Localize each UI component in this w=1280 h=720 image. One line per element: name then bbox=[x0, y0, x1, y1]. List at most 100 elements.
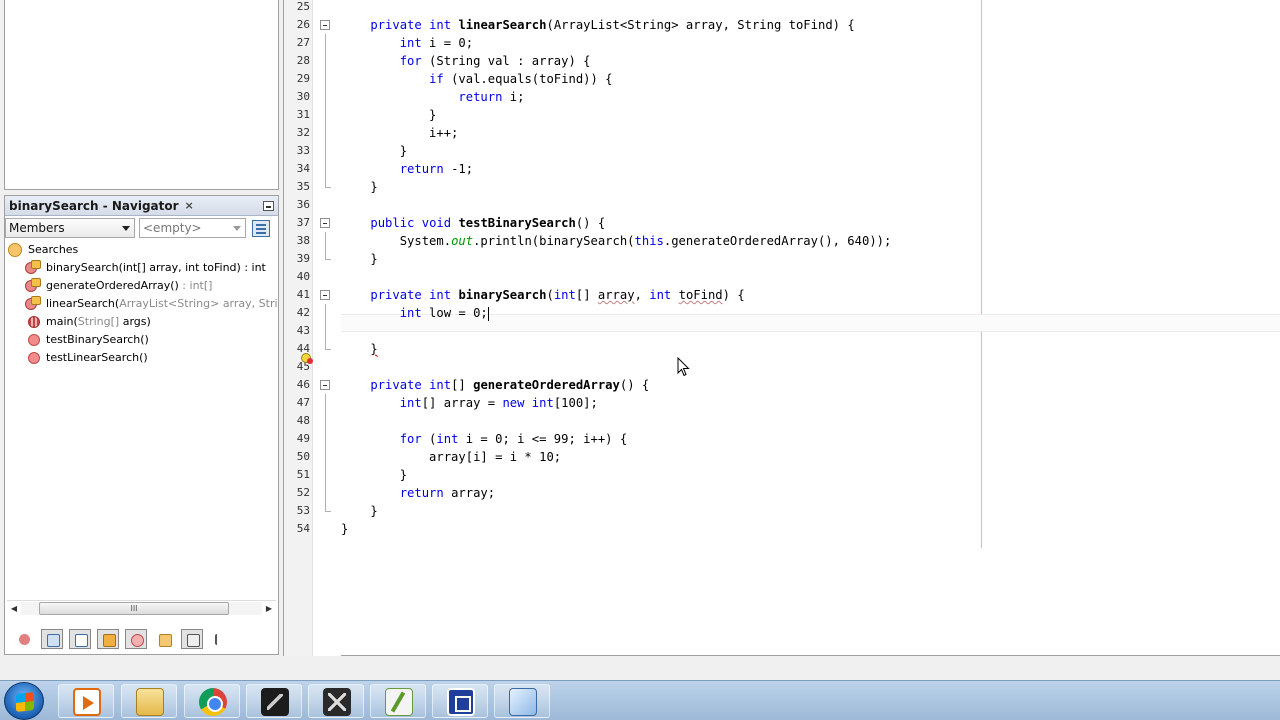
taskbar-chrome[interactable] bbox=[184, 684, 240, 718]
fold-guide bbox=[325, 322, 326, 340]
fold-guide bbox=[325, 142, 326, 160]
horizontal-scrollbar[interactable]: ◀ III ▶ bbox=[7, 600, 276, 616]
code-line[interactable]: 38 System.out.println(binarySearch(this.… bbox=[284, 232, 1280, 250]
code-line[interactable]: 45 bbox=[284, 358, 1280, 376]
sort-by-name-icon[interactable] bbox=[181, 629, 203, 649]
navigator-toolbar bbox=[5, 624, 278, 654]
close-icon[interactable]: × bbox=[185, 199, 194, 212]
code-line[interactable]: 30 return i; bbox=[284, 88, 1280, 106]
taskbar-blue-app[interactable] bbox=[432, 684, 488, 718]
code-line[interactable]: 26 private int linearSearch(ArrayList<St… bbox=[284, 16, 1280, 34]
code-line[interactable]: 29 if (val.equals(toFind)) { bbox=[284, 70, 1280, 88]
code-line[interactable]: 47 int[] array = new int[100]; bbox=[284, 394, 1280, 412]
code-line[interactable]: 32 i++; bbox=[284, 124, 1280, 142]
code-line[interactable]: 53 } bbox=[284, 502, 1280, 520]
fold-guide bbox=[325, 88, 326, 106]
code-text: } bbox=[341, 180, 378, 194]
line-number: 33 bbox=[296, 144, 310, 157]
tree-member-label: binarySearch(int[] array, int toFind) : … bbox=[46, 260, 266, 274]
tree-member-item[interactable]: main(String[] args) bbox=[5, 312, 278, 330]
show-inherited-icon[interactable] bbox=[13, 629, 35, 649]
tree-member-label: generateOrderedArray() : int[] bbox=[46, 279, 212, 292]
projects-panel bbox=[4, 0, 279, 190]
code-text: } bbox=[341, 468, 408, 482]
line-number: 46 bbox=[296, 378, 310, 391]
taskbar-app-dark-1[interactable] bbox=[246, 684, 302, 718]
fold-collapse-icon[interactable] bbox=[320, 20, 330, 30]
code-line[interactable]: 40 bbox=[284, 268, 1280, 286]
show-inner-classes-icon[interactable] bbox=[153, 629, 175, 649]
error-hint-icon[interactable] bbox=[301, 353, 313, 364]
tree-member-item[interactable]: testLinearSearch() bbox=[5, 348, 278, 366]
code-line[interactable]: 28 for (String val : array) { bbox=[284, 52, 1280, 70]
tree-root-class[interactable]: Searches bbox=[5, 240, 278, 258]
code-line[interactable]: 41 private int binarySearch(int[] array,… bbox=[284, 286, 1280, 304]
code-text: return i; bbox=[458, 90, 525, 104]
code-line[interactable]: 33 } bbox=[284, 142, 1280, 160]
show-methods-icon[interactable] bbox=[125, 629, 147, 649]
code-line[interactable]: 44 } bbox=[284, 340, 1280, 358]
code-line[interactable]: 50 array[i] = i * 10; bbox=[284, 448, 1280, 466]
code-line[interactable]: 34 return -1; bbox=[284, 160, 1280, 178]
fold-guide bbox=[325, 124, 326, 142]
code-line[interactable]: 36 bbox=[284, 196, 1280, 214]
scroll-left-icon[interactable]: ◀ bbox=[7, 604, 21, 613]
code-line[interactable]: 31 } bbox=[284, 106, 1280, 124]
fold-collapse-icon[interactable] bbox=[320, 218, 330, 228]
code-text: private int[] generateOrderedArray() { bbox=[370, 378, 650, 392]
fold-collapse-icon[interactable] bbox=[320, 380, 330, 390]
code-line[interactable]: 46 private int[] generateOrderedArray() … bbox=[284, 376, 1280, 394]
line-number: 43 bbox=[296, 324, 310, 337]
method-icon bbox=[25, 332, 41, 346]
members-select-value: Members bbox=[9, 221, 65, 235]
code-line[interactable]: 52 return array; bbox=[284, 484, 1280, 502]
code-line[interactable]: 49 for (int i = 0; i <= 99; i++) { bbox=[284, 430, 1280, 448]
show-fields-icon[interactable] bbox=[41, 629, 63, 649]
members-select[interactable]: Members bbox=[5, 218, 135, 238]
filter-empty-select[interactable]: <empty> bbox=[139, 218, 246, 238]
start-button[interactable] bbox=[4, 682, 44, 720]
line-number: 52 bbox=[296, 486, 310, 499]
taskbar-app-dark-2[interactable] bbox=[308, 684, 364, 718]
tree-member-item[interactable]: testBinarySearch() bbox=[5, 330, 278, 348]
member-name: testBinarySearch() bbox=[46, 332, 149, 346]
taskbar-text-editor[interactable] bbox=[370, 684, 426, 718]
show-static-icon[interactable] bbox=[69, 629, 91, 649]
filter-options-icon[interactable] bbox=[252, 219, 270, 237]
code-line[interactable]: 37 public void testBinarySearch() { bbox=[284, 214, 1280, 232]
code-line[interactable]: 35 } bbox=[284, 178, 1280, 196]
line-number: 47 bbox=[296, 396, 310, 409]
fold-collapse-icon[interactable] bbox=[320, 290, 330, 300]
minimize-icon[interactable] bbox=[263, 201, 274, 211]
code-editor[interactable]: 25 26 private int linearSearch(ArrayList<… bbox=[283, 0, 1280, 656]
scroll-right-icon[interactable]: ▶ bbox=[262, 604, 276, 613]
member-name: generateOrderedArray() bbox=[46, 278, 179, 292]
code-line[interactable]: 51 } bbox=[284, 466, 1280, 484]
show-non-public-icon[interactable] bbox=[97, 629, 119, 649]
line-number: 34 bbox=[296, 162, 310, 175]
taskbar-3d-box-app[interactable] bbox=[494, 684, 550, 718]
member-name: testLinearSearch() bbox=[46, 350, 148, 364]
navigator-header: binarySearch - Navigator × bbox=[5, 196, 278, 216]
fold-end-marker bbox=[325, 250, 331, 260]
code-line[interactable]: 42 int low = 0; bbox=[284, 304, 1280, 322]
code-line[interactable]: 43 bbox=[284, 322, 1280, 340]
scroll-track[interactable]: III bbox=[21, 602, 262, 615]
cube-icon bbox=[509, 688, 537, 716]
scroll-thumb[interactable]: III bbox=[39, 602, 229, 615]
tree-member-item[interactable]: linearSearch(ArrayList<String> array, St… bbox=[5, 294, 278, 312]
taskbar-windows-explorer[interactable] bbox=[121, 684, 177, 718]
code-line[interactable]: 27 int i = 0; bbox=[284, 34, 1280, 52]
tree-member-item[interactable]: binarySearch(int[] array, int toFind) : … bbox=[5, 258, 278, 276]
taskbar bbox=[0, 680, 1280, 720]
sort-by-source-icon[interactable] bbox=[209, 629, 231, 649]
tree-member-label: main(String[] args) bbox=[46, 315, 151, 328]
code-text: array[i] = i * 10; bbox=[341, 450, 562, 464]
code-line[interactable]: 54} bbox=[284, 520, 1280, 538]
code-line[interactable]: 25 bbox=[284, 0, 1280, 16]
tree-member-item[interactable]: generateOrderedArray() : int[] bbox=[5, 276, 278, 294]
taskbar-media-player[interactable] bbox=[58, 684, 114, 718]
line-number: 25 bbox=[296, 0, 310, 13]
code-line[interactable]: 39 } bbox=[284, 250, 1280, 268]
code-line[interactable]: 48 bbox=[284, 412, 1280, 430]
